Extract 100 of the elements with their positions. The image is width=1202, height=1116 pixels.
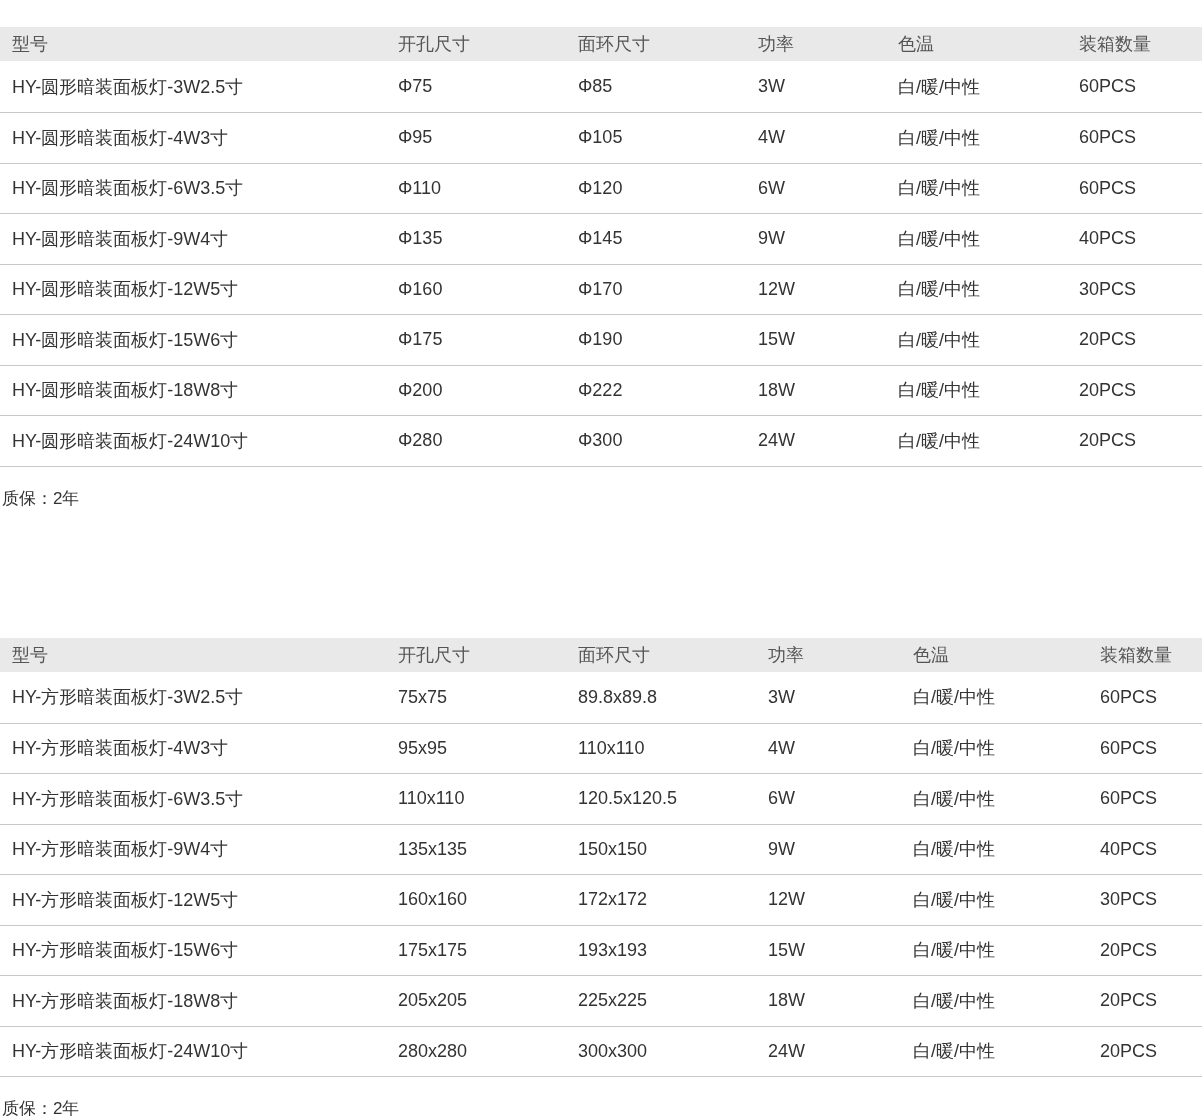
table-cell-text: HY-方形暗装面板灯-15W6寸 bbox=[11, 939, 240, 963]
table-cell-text: 205x205 bbox=[398, 990, 469, 1012]
table-cell-text: 6W bbox=[768, 788, 796, 810]
table-cell-text: 3W bbox=[768, 686, 796, 708]
table-cell-text: 12W bbox=[758, 278, 796, 300]
table-cell-text: 9W bbox=[768, 838, 796, 860]
table-cell-text: HY-方形暗装面板灯-18W8寸 bbox=[11, 989, 240, 1013]
column-header: 装箱数量 bbox=[1100, 643, 1173, 667]
table-cell-text: 120.5x120.5 bbox=[578, 788, 679, 810]
table-cell-text: 6W bbox=[758, 177, 786, 199]
table-cell-text: 24W bbox=[758, 430, 796, 452]
table-cell-text: 60PCS bbox=[1100, 788, 1159, 810]
table-cell-text: Φ222 bbox=[578, 379, 624, 401]
table-cell-text: 18W bbox=[758, 379, 796, 401]
table-cell-text: 15W bbox=[768, 939, 806, 961]
table-cell-text: Φ170 bbox=[578, 278, 624, 300]
table-cell-text: 135x135 bbox=[398, 838, 469, 860]
column-header: 型号 bbox=[11, 643, 49, 667]
table-cell-text: HY-方形暗装面板灯-3W2.5寸 bbox=[11, 686, 245, 709]
table-cell-text: 150x150 bbox=[578, 838, 649, 860]
table-cell-text: 60PCS bbox=[1079, 76, 1138, 97]
table-cell-text: 172x172 bbox=[578, 889, 649, 911]
table-cell-text: 12W bbox=[768, 889, 806, 911]
column-header: 装箱数量 bbox=[1079, 33, 1152, 56]
table-cell-text: 175x175 bbox=[398, 939, 469, 961]
table-cell-text: 20PCS bbox=[1079, 430, 1138, 452]
table-cell-text: 60PCS bbox=[1079, 127, 1138, 149]
column-header: 面环尺寸 bbox=[578, 643, 651, 667]
table-cell-text: 30PCS bbox=[1079, 278, 1138, 300]
table-cell-text: 15W bbox=[758, 329, 796, 351]
table-cell-text: 60PCS bbox=[1100, 737, 1159, 759]
table-cell-text: 60PCS bbox=[1079, 177, 1138, 199]
table-cell-text: HY-方形暗装面板灯-12W5寸 bbox=[11, 888, 240, 912]
table-cell-text: HY-方形暗装面板灯-6W3.5寸 bbox=[11, 787, 245, 811]
table-cell-text: 白/暖/中性 bbox=[898, 429, 981, 453]
table-cell-text: Φ85 bbox=[578, 76, 614, 97]
table-cell-text: 4W bbox=[758, 127, 786, 149]
table-cell-text: HY-圆形暗装面板灯-9W4寸 bbox=[11, 227, 230, 251]
table-cell-text: HY-圆形暗装面板灯-12W5寸 bbox=[11, 278, 240, 302]
table-cell-text: 280x280 bbox=[398, 1040, 469, 1062]
table-cell-text: 白/暖/中性 bbox=[913, 686, 996, 709]
column-header: 色温 bbox=[913, 643, 950, 667]
column-header: 功率 bbox=[768, 643, 805, 667]
table-cell-text: Φ120 bbox=[578, 177, 624, 199]
table-cell-text: 白/暖/中性 bbox=[913, 737, 996, 761]
table-cell-text: 20PCS bbox=[1100, 939, 1159, 961]
table-cell-text: HY-圆形暗装面板灯-4W3寸 bbox=[11, 126, 230, 150]
table-cell-text: Φ175 bbox=[398, 329, 444, 351]
table-cell-text: 白/暖/中性 bbox=[913, 838, 996, 862]
table-cell-text: 白/暖/中性 bbox=[898, 75, 981, 99]
table-cell-text: 110x110 bbox=[578, 737, 646, 759]
table-cell-text: 9W bbox=[758, 228, 786, 250]
warranty-note: 质保：2年 bbox=[1, 487, 81, 510]
table-cell-text: Φ300 bbox=[578, 430, 624, 452]
table-cell-text: HY-圆形暗装面板灯-24W10寸 bbox=[11, 429, 250, 453]
table-cell-text: Φ75 bbox=[398, 76, 434, 97]
table-cell-text: 白/暖/中性 bbox=[913, 1040, 996, 1064]
table-cell-text: 110x110 bbox=[398, 788, 466, 810]
table-cell-text: HY-圆形暗装面板灯-15W6寸 bbox=[11, 328, 240, 352]
table-cell-text: 20PCS bbox=[1079, 329, 1138, 351]
table-cell-text: HY-方形暗装面板灯-24W10寸 bbox=[11, 1040, 250, 1064]
table-cell-text: Φ190 bbox=[578, 329, 624, 351]
table-cell-text: 300x300 bbox=[578, 1040, 649, 1062]
table-cell-text: HY-圆形暗装面板灯-6W3.5寸 bbox=[11, 177, 245, 201]
table-cell-text: Φ145 bbox=[578, 228, 624, 250]
table-cell-text: 白/暖/中性 bbox=[898, 379, 981, 403]
table-cell-text: 白/暖/中性 bbox=[898, 328, 981, 352]
table-cell-text: 75x75 bbox=[398, 686, 449, 708]
table-cell-text: HY-方形暗装面板灯-4W3寸 bbox=[11, 737, 230, 761]
table-cell-text: 18W bbox=[768, 990, 806, 1012]
table-cell-text: 40PCS bbox=[1079, 228, 1138, 250]
table-cell-text: 193x193 bbox=[578, 939, 649, 961]
table-cell-text: 225x225 bbox=[578, 990, 649, 1012]
column-header: 开孔尺寸 bbox=[398, 33, 471, 56]
table-cell-text: 4W bbox=[768, 737, 796, 759]
table-cell-text: 白/暖/中性 bbox=[898, 177, 981, 201]
table-cell-text: 白/暖/中性 bbox=[913, 787, 996, 811]
column-header: 功率 bbox=[758, 33, 795, 56]
table-cell-text: Φ110 bbox=[398, 177, 443, 199]
table-cell-text: Φ105 bbox=[578, 127, 624, 149]
column-header: 色温 bbox=[898, 33, 935, 56]
table-cell-text: Φ160 bbox=[398, 278, 444, 300]
table-cell-text: 30PCS bbox=[1100, 889, 1159, 911]
table-cell-text: 20PCS bbox=[1100, 990, 1159, 1012]
warranty-note: 质保：2年 bbox=[1, 1098, 81, 1116]
table-cell-text: 40PCS bbox=[1100, 838, 1159, 860]
table-cell-text: HY-圆形暗装面板灯-3W2.5寸 bbox=[11, 75, 245, 99]
table-cell-text: HY-方形暗装面板灯-9W4寸 bbox=[11, 838, 230, 862]
table-cell-text: 20PCS bbox=[1079, 379, 1138, 401]
column-header: 面环尺寸 bbox=[578, 33, 651, 56]
table-cell-text: HY-圆形暗装面板灯-18W8寸 bbox=[11, 379, 240, 403]
table-cell-text: 60PCS bbox=[1100, 686, 1159, 708]
table-cell-text: 白/暖/中性 bbox=[898, 278, 981, 302]
table-cell-text: 白/暖/中性 bbox=[913, 888, 996, 912]
table-cell-text: 白/暖/中性 bbox=[913, 939, 996, 963]
table-cell-text: 白/暖/中性 bbox=[913, 989, 996, 1013]
table-cell-text: 160x160 bbox=[398, 889, 469, 911]
table-cell-text: 白/暖/中性 bbox=[898, 227, 981, 251]
column-header: 开孔尺寸 bbox=[398, 643, 471, 667]
column-header: 型号 bbox=[11, 33, 49, 56]
